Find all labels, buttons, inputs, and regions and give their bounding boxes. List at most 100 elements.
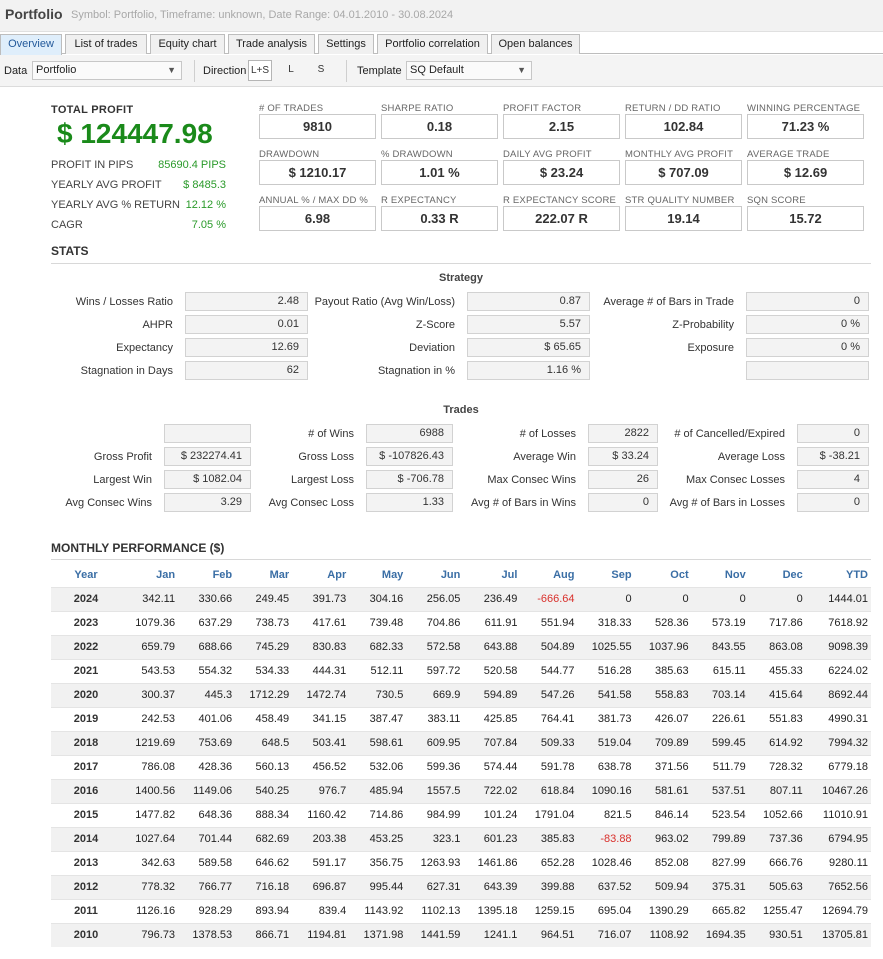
- metric-label-monthly-avg-profit: MONTHLY AVG PROFIT: [625, 149, 734, 160]
- direction-long-button[interactable]: L: [279, 60, 303, 81]
- metric-value-winning-percentage: 71.23 %: [747, 114, 864, 139]
- table-cell: 330.66: [178, 586, 236, 611]
- tab-list-of-trades[interactable]: List of trades: [65, 34, 147, 54]
- strategy-value-z-score: 5.57: [467, 315, 590, 334]
- page-subtitle: Symbol: Portfolio, Timeframe: unknown, D…: [71, 9, 454, 21]
- tab-open-balances[interactable]: Open balances: [491, 34, 580, 54]
- metric-value-monthly-avg-profit: $ 707.09: [625, 160, 742, 185]
- table-cell: 0: [577, 586, 635, 611]
- profit-in-pips-label: PROFIT IN PIPS: [51, 159, 134, 171]
- table-cell: 516.28: [577, 658, 635, 683]
- table-cell: 1108.92: [634, 922, 692, 947]
- table-cell: 688.66: [178, 634, 236, 659]
- table-cell: 598.61: [349, 730, 407, 755]
- table-cell: 888.34: [235, 802, 293, 827]
- strategy-value-expectancy: 12.69: [185, 338, 308, 357]
- table-cell: 984.99: [406, 802, 464, 827]
- trades-value-avg-consec-loss: 1.33: [366, 493, 453, 512]
- tab-equity-chart[interactable]: Equity chart: [150, 34, 225, 54]
- metric-value-average-trade: $ 12.69: [747, 160, 864, 185]
- table-cell: -666.64: [520, 586, 578, 611]
- table-cell: 976.7: [292, 778, 350, 803]
- table-cell: 341.15: [292, 706, 350, 731]
- strategy-value-deviation: $ 65.65: [467, 338, 590, 357]
- table-row: 2019 242.53 401.06 458.49 341.15 387.47 383.11…: [51, 706, 871, 731]
- data-select-value: Portfolio: [36, 64, 77, 76]
- template-select[interactable]: SQ Default ▼: [406, 61, 532, 80]
- year-cell: 2016: [51, 778, 121, 803]
- table-cell: 560.13: [235, 754, 293, 779]
- metric-value-sharpe-ratio: 0.18: [381, 114, 498, 139]
- strategy-value-payout-ratio-avg-win-loss: 0.87: [467, 292, 590, 311]
- table-cell: 236.49: [463, 586, 521, 611]
- table-cell: 1400.56: [121, 778, 179, 803]
- table-cell: 426.07: [634, 706, 692, 731]
- column-header-dec: Dec: [782, 568, 803, 581]
- table-cell: 485.94: [349, 778, 407, 803]
- data-select[interactable]: Portfolio ▼: [32, 61, 182, 80]
- trades-label-average-win: Average Win: [513, 451, 576, 463]
- column-header-feb: Feb: [212, 568, 233, 581]
- table-cell: 597.72: [406, 658, 464, 683]
- table-row: 2018 1219.69 753.69 648.5 503.41 598.61 609.95…: [51, 730, 871, 755]
- table-cell: 716.07: [577, 922, 635, 947]
- table-cell: 7994.32: [805, 730, 871, 755]
- table-row: 2024 342.11 330.66 249.45 391.73 304.16 256.05…: [51, 586, 871, 611]
- stats-divider: [51, 263, 871, 264]
- strategy-label-exposure: Exposure: [687, 342, 734, 354]
- table-row: 2020 300.37 445.3 1712.29 1472.74 730.5 669.9 5…: [51, 682, 871, 707]
- column-header-mar: Mar: [269, 568, 290, 581]
- column-header-aug: Aug: [553, 568, 575, 581]
- table-cell: 799.89: [691, 826, 749, 851]
- table-cell: 428.36: [178, 754, 236, 779]
- table-cell: 728.32: [748, 754, 806, 779]
- tab-trade-analysis[interactable]: Trade analysis: [228, 34, 315, 54]
- table-cell: 591.78: [520, 754, 578, 779]
- table-cell: 554.32: [178, 658, 236, 683]
- trades-value-average-win: $ 33.24: [588, 447, 658, 466]
- table-cell: 1712.29: [235, 682, 293, 707]
- trades-label-avg-of-bars-in-wins: Avg # of Bars in Wins: [471, 497, 576, 509]
- table-cell: 101.24: [463, 802, 521, 827]
- table-cell: 509.33: [520, 730, 578, 755]
- tab-portfolio-correlation[interactable]: Portfolio correlation: [377, 34, 488, 54]
- table-cell: 1390.29: [634, 898, 692, 923]
- tab-bar: Overview List of trades Equity chart Tra…: [0, 33, 883, 55]
- table-cell: 551.94: [520, 610, 578, 635]
- table-cell: 458.49: [235, 706, 293, 731]
- table-cell: 682.33: [349, 634, 407, 659]
- tab-settings[interactable]: Settings: [318, 34, 374, 54]
- strategy-value-exposure: 0 %: [746, 338, 869, 357]
- direction-long-short-button[interactable]: L+S: [248, 60, 272, 81]
- strategy-value-ahpr: 0.01: [185, 315, 308, 334]
- table-cell: 1090.16: [577, 778, 635, 803]
- trades-value-of-cancelled-expired: 0: [797, 424, 869, 443]
- metric-value-str-quality-number: 19.14: [625, 206, 742, 231]
- table-cell: 648.36: [178, 802, 236, 827]
- table-cell: 453.25: [349, 826, 407, 851]
- table-cell: 830.83: [292, 634, 350, 659]
- strategy-label-z-probability: Z-Probability: [672, 319, 734, 331]
- direction-short-button[interactable]: S: [309, 60, 333, 81]
- metric-label-profit-factor: PROFIT FACTOR: [503, 103, 582, 114]
- table-cell: 8692.44: [805, 682, 871, 707]
- year-cell: 2010: [51, 922, 121, 947]
- table-cell: 1219.69: [121, 730, 179, 755]
- year-cell: 2012: [51, 874, 121, 899]
- table-cell: 611.91: [463, 610, 521, 635]
- table-cell: 534.33: [235, 658, 293, 683]
- trades-label-largest-loss: Largest Loss: [291, 474, 354, 486]
- table-cell: 714.86: [349, 802, 407, 827]
- table-cell: 704.86: [406, 610, 464, 635]
- metric-label-average-trade: AVERAGE TRADE: [747, 149, 830, 160]
- year-cell: 2018: [51, 730, 121, 755]
- table-cell: 1241.1: [463, 922, 521, 947]
- table-cell: 6794.95: [805, 826, 871, 851]
- table-cell: 511.79: [691, 754, 749, 779]
- table-cell: 709.89: [634, 730, 692, 755]
- trades-label-max-consec-wins: Max Consec Wins: [487, 474, 576, 486]
- tab-overview[interactable]: Overview: [0, 34, 62, 55]
- table-cell: 540.25: [235, 778, 293, 803]
- table-cell: 695.04: [577, 898, 635, 923]
- monthly-divider: [51, 559, 871, 560]
